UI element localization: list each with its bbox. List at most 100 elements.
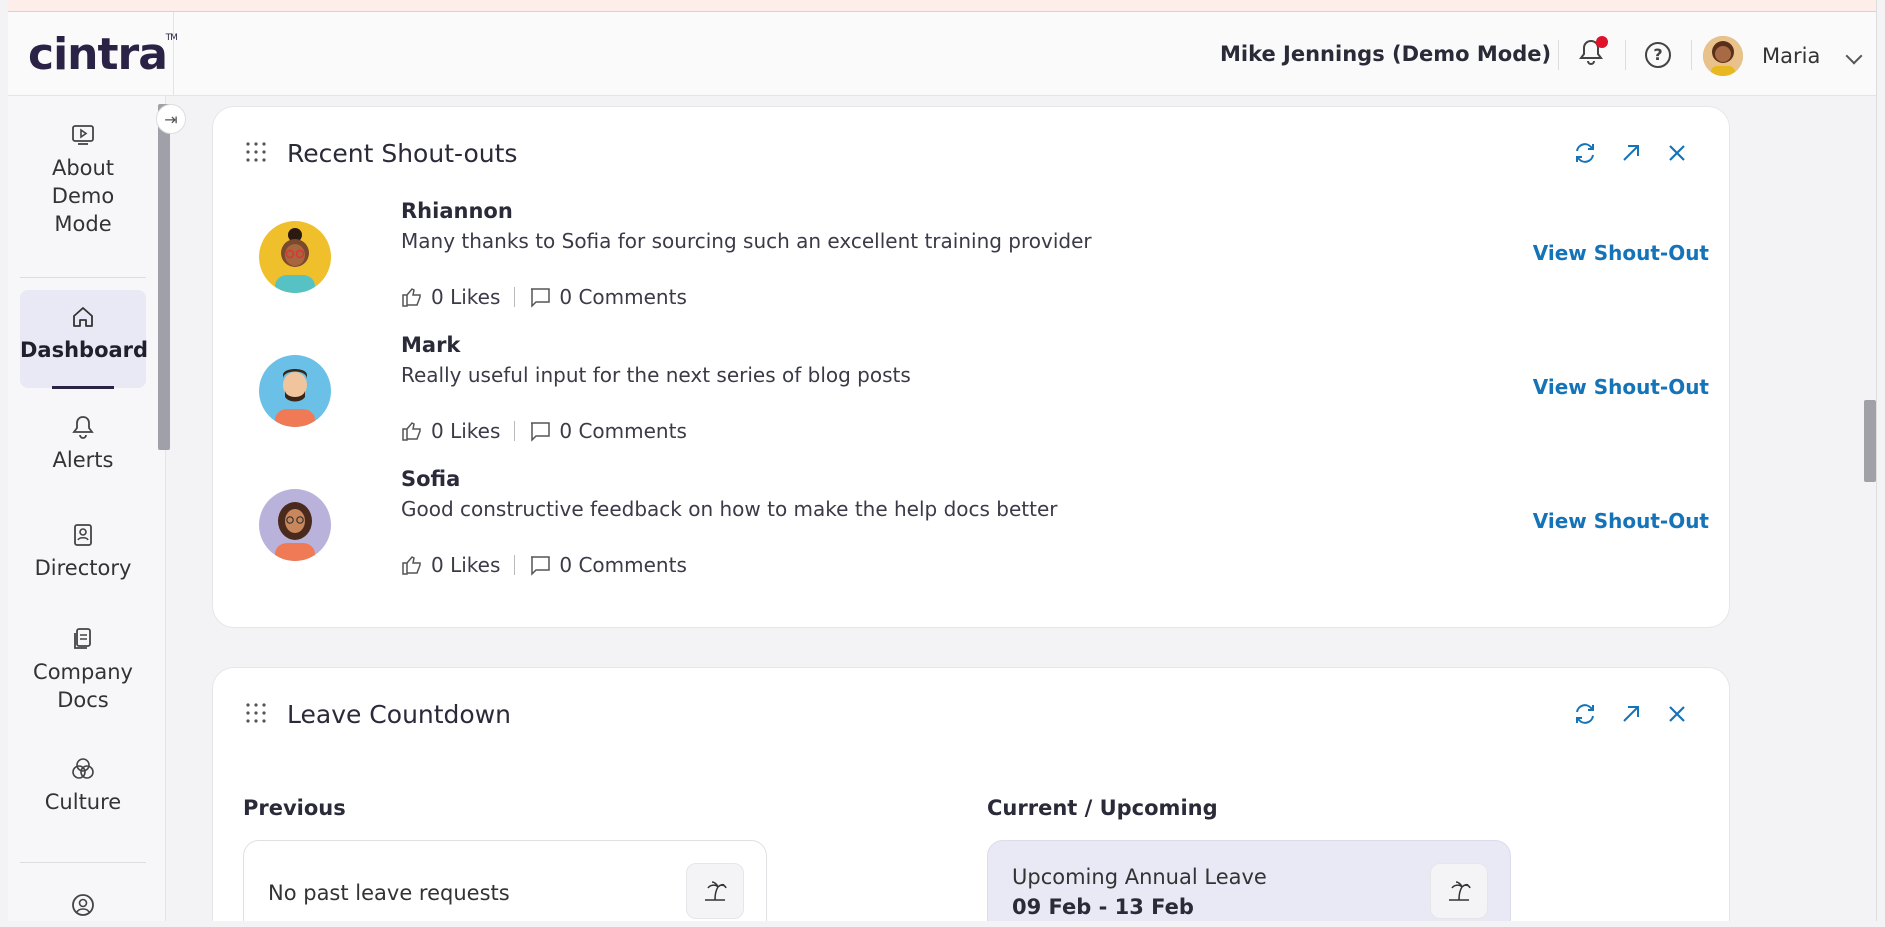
leave-action-button[interactable] [686, 863, 744, 919]
header-divider [1625, 40, 1626, 70]
logo-text: cintra [28, 28, 168, 80]
shoutout-message: Many thanks to Sofia for sourcing such a… [401, 229, 1092, 253]
top-header: cintra TM Mike Jennings (Demo Mode) ? Mar… [8, 12, 1876, 96]
upcoming-leave-dates: 09 Feb - 13 Feb [1012, 895, 1194, 919]
upcoming-leave-title: Upcoming Annual Leave [1012, 865, 1267, 889]
card-title: Leave Countdown [287, 700, 512, 729]
card-title: Recent Shout-outs [287, 139, 518, 168]
comments-count: 0 Comments [559, 553, 687, 577]
profile-avatar-image [1703, 36, 1743, 76]
upcoming-leave-box[interactable]: Upcoming Annual Leave 09 Feb - 13 Feb [987, 840, 1511, 921]
likes-count: 0 Likes [431, 553, 501, 577]
sidebar-divider [20, 862, 146, 863]
card-actions [1573, 702, 1689, 726]
shoutout-message: Really useful input for the next series … [401, 363, 911, 387]
shoutout-item: Sofia Good constructive feedback on how … [213, 463, 1729, 597]
logo-area[interactable]: cintra TM [8, 12, 178, 96]
refresh-icon[interactable] [1573, 141, 1597, 165]
sidebar-item-directory[interactable]: Directory [20, 522, 146, 582]
sidebar-item-about-demo[interactable]: About Demo Mode [20, 122, 146, 238]
user-circle-icon [72, 894, 94, 916]
shoutout-item: Rhiannon Many thanks to Sofia for sourci… [213, 195, 1729, 329]
meta-divider [514, 421, 516, 441]
current-heading: Current / Upcoming [987, 796, 1218, 820]
chevron-down-icon[interactable] [1845, 47, 1863, 65]
drag-handle-icon[interactable] [245, 702, 267, 724]
thumbs-up-icon[interactable] [401, 286, 423, 308]
expand-icon[interactable] [1619, 702, 1643, 726]
leave-action-button[interactable] [1430, 863, 1488, 919]
sidebar-item-label: Alerts [52, 448, 114, 472]
comment-icon[interactable] [529, 554, 551, 576]
profile-avatar[interactable] [1703, 36, 1743, 76]
active-indicator [52, 386, 114, 389]
shoutout-meta: 0 Likes 0 Comments [401, 553, 687, 577]
sidebar-item-profile[interactable] [20, 892, 146, 921]
card-actions [1573, 141, 1689, 165]
shoutouts-card: Recent Shout-outs Rhiannon Many thanks t… [212, 106, 1730, 628]
comments-count: 0 Comments [559, 285, 687, 309]
close-icon[interactable] [1665, 702, 1689, 726]
documents-icon [74, 628, 91, 649]
close-icon[interactable] [1665, 141, 1689, 165]
cintra-logo: cintra TM [28, 28, 178, 80]
palm-tree-icon [1449, 881, 1471, 901]
sidebar-item-dashboard[interactable]: Dashboard [20, 290, 149, 389]
collapse-icon: ⇥ [164, 109, 178, 129]
avatar [259, 355, 331, 427]
home-icon [73, 307, 93, 327]
notifications-button[interactable] [1578, 36, 1608, 68]
sidebar-item-label: Culture [44, 790, 122, 814]
sidebar-divider [20, 277, 146, 278]
thumbs-up-icon[interactable] [401, 554, 423, 576]
view-shoutout-link[interactable]: View Shout-Out [1533, 375, 1709, 399]
collapse-sidebar-button[interactable]: ⇥ [156, 104, 186, 134]
shoutout-item: Mark Really useful input for the next se… [213, 329, 1729, 463]
likes-count: 0 Likes [431, 419, 501, 443]
venn-icon [72, 758, 94, 779]
no-past-leave-text: No past leave requests [268, 881, 510, 905]
sidebar-item-label: Directory [34, 556, 132, 580]
sidebar: About Demo Mode Dashboard Alerts Directo… [8, 96, 166, 921]
view-shoutout-link[interactable]: View Shout-Out [1533, 241, 1709, 265]
play-screen-icon [72, 125, 94, 145]
sidebar-item-culture[interactable]: Culture [20, 756, 146, 816]
app-window: cintra TM Mike Jennings (Demo Mode) ? Mar… [8, 0, 1877, 921]
help-icon[interactable]: ? [1645, 42, 1671, 68]
comment-icon[interactable] [529, 420, 551, 442]
demo-banner-strip [8, 0, 1876, 12]
likes-count: 0 Likes [431, 285, 501, 309]
shoutout-message: Good constructive feedback on how to mak… [401, 497, 1058, 521]
logo-tm: TM [165, 32, 178, 43]
header-divider [1691, 40, 1692, 70]
sidebar-item-label: Dashboard [20, 338, 149, 362]
avatar [259, 489, 331, 561]
sidebar-item-company-docs[interactable]: Company Docs [20, 626, 146, 714]
shoutout-author: Mark [401, 333, 461, 357]
comment-icon[interactable] [529, 286, 551, 308]
sidebar-scrollbar[interactable] [158, 104, 170, 450]
palm-tree-icon [705, 881, 727, 901]
refresh-icon[interactable] [1573, 702, 1597, 726]
previous-leave-box: No past leave requests [243, 840, 767, 921]
shoutout-meta: 0 Likes 0 Comments [401, 419, 687, 443]
main-scrollbar[interactable] [1864, 400, 1876, 482]
thumbs-up-icon[interactable] [401, 420, 423, 442]
previous-heading: Previous [243, 796, 346, 820]
drag-handle-icon[interactable] [245, 141, 267, 163]
sidebar-item-alerts[interactable]: Alerts [20, 414, 146, 474]
shoutout-author: Rhiannon [401, 199, 513, 223]
view-shoutout-link[interactable]: View Shout-Out [1533, 509, 1709, 533]
leave-countdown-card: Leave Countdown Previous No past leave r… [212, 667, 1730, 921]
contact-book-icon [74, 524, 92, 546]
shoutout-meta: 0 Likes 0 Comments [401, 285, 687, 309]
demo-user-name: Mike Jennings (Demo Mode) [1220, 42, 1552, 66]
meta-divider [514, 555, 516, 575]
expand-icon[interactable] [1619, 141, 1643, 165]
sidebar-item-label: Company Docs [33, 660, 133, 712]
profile-name[interactable]: Maria [1762, 44, 1820, 68]
notification-dot [1596, 36, 1608, 48]
header-divider [1558, 40, 1559, 70]
shoutout-author: Sofia [401, 467, 461, 491]
avatar [259, 221, 331, 293]
